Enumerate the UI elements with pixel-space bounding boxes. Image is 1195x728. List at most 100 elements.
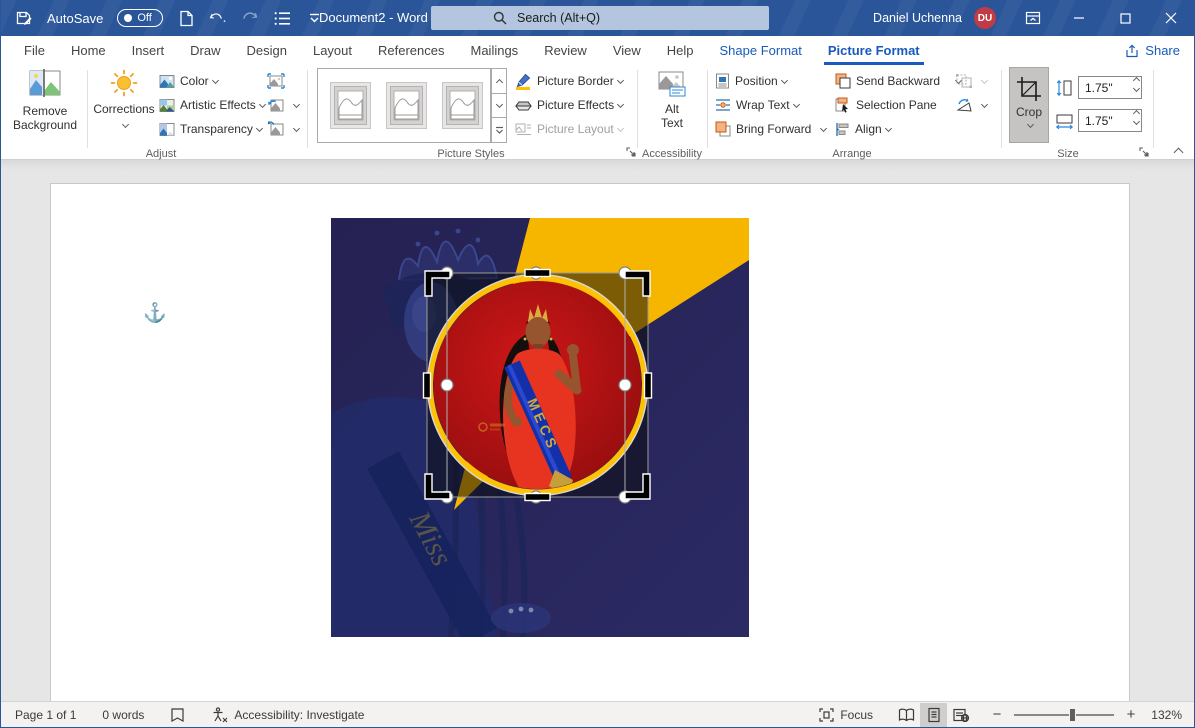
new-document-icon[interactable] (177, 9, 195, 27)
picture-effects-button[interactable]: Picture Effects (515, 93, 625, 117)
close-button[interactable] (1148, 0, 1194, 36)
width-decrease[interactable] (1132, 117, 1141, 126)
tab-help[interactable]: Help (654, 36, 707, 65)
alt-text-button[interactable]: Alt Text (643, 70, 701, 130)
corrections-label: Corrections (93, 102, 155, 116)
bring-forward-button[interactable]: Bring Forward (715, 117, 828, 141)
height-decrease[interactable] (1132, 84, 1141, 93)
accessibility-status[interactable]: Accessibility: Investigate (211, 706, 364, 723)
shape-height-icon (1056, 79, 1072, 96)
align-label: Align (855, 122, 882, 136)
crop-button[interactable]: Crop (1009, 67, 1049, 143)
tab-references[interactable]: References (365, 36, 457, 65)
align-button[interactable]: Align (835, 117, 893, 141)
user-avatar[interactable]: DU (974, 7, 996, 29)
tab-shape-format[interactable]: Shape Format (707, 36, 815, 65)
tab-design[interactable]: Design (234, 36, 300, 65)
position-icon (715, 73, 730, 89)
tab-draw[interactable]: Draw (177, 36, 233, 65)
focus-button[interactable]: Focus (819, 708, 873, 722)
share-label: Share (1145, 43, 1180, 58)
gallery-scroll-down[interactable] (491, 93, 507, 119)
wrap-text-button[interactable]: Wrap Text (715, 93, 801, 117)
transparency-icon (159, 122, 175, 137)
selection-pane-button[interactable]: Selection Pane (835, 93, 937, 117)
picture-styles-dialog-launcher[interactable] (624, 145, 638, 159)
group-separator (1001, 70, 1002, 148)
color-button[interactable]: Color (159, 69, 220, 93)
gallery-more-button[interactable] (491, 118, 507, 144)
send-backward-button[interactable]: Send Backward (835, 69, 963, 93)
document-canvas[interactable]: ⚓ Miss MECS (1, 160, 1194, 701)
maximize-button[interactable] (1102, 0, 1148, 36)
picture-style-thumbnail[interactable] (330, 82, 371, 129)
send-backward-icon (835, 73, 851, 89)
reset-picture-button[interactable] (267, 117, 301, 141)
rotate-objects-button[interactable] (955, 93, 989, 117)
bullet-list-icon[interactable] (273, 9, 291, 27)
picture-style-thumbnail[interactable] (386, 82, 427, 129)
group-separator (87, 70, 88, 148)
picture-style-thumbnail[interactable] (442, 82, 483, 129)
chevron-down-icon (884, 124, 892, 132)
bring-forward-label: Bring Forward (736, 122, 812, 136)
ribbon-display-options-icon[interactable] (1010, 0, 1056, 36)
page-indicator[interactable]: Page 1 of 1 (15, 708, 76, 722)
zoom-out-button[interactable]: − (990, 706, 1004, 723)
search-box[interactable] (431, 6, 769, 30)
height-increase[interactable] (1132, 76, 1141, 85)
autosave-toggle[interactable]: Off (117, 9, 164, 27)
picture-border-label: Picture Border (537, 74, 614, 88)
zoom-slider-handle[interactable] (1069, 707, 1076, 722)
chevron-up-icon (495, 79, 503, 87)
tab-view[interactable]: View (600, 36, 654, 65)
proofing-icon[interactable] (170, 707, 185, 723)
arrange-group-label: Arrange (832, 148, 872, 160)
group-separator (637, 70, 638, 148)
width-increase[interactable] (1132, 109, 1141, 118)
picture-styles-gallery[interactable] (317, 68, 491, 143)
position-button[interactable]: Position (715, 69, 789, 93)
tab-insert[interactable]: Insert (119, 36, 178, 65)
tab-review[interactable]: Review (531, 36, 600, 65)
minimize-button[interactable] (1056, 0, 1102, 36)
color-icon (159, 74, 175, 89)
size-dialog-launcher[interactable] (1137, 145, 1151, 159)
zoom-slider[interactable] (1014, 707, 1114, 722)
transparency-label: Transparency (180, 122, 253, 136)
search-input[interactable] (517, 11, 717, 25)
chevron-down-icon (616, 76, 624, 84)
selected-picture[interactable]: Miss MECS (331, 218, 749, 637)
compress-pictures-button[interactable] (267, 69, 290, 93)
gallery-scroll-up[interactable] (491, 68, 507, 94)
user-name[interactable]: Daniel Uchenna (873, 11, 962, 25)
web-layout-button[interactable] (947, 703, 974, 727)
undo-icon[interactable] (209, 9, 227, 27)
tab-mailings[interactable]: Mailings (458, 36, 532, 65)
chevron-down-icon (1026, 120, 1034, 129)
corrections-button[interactable]: Corrections (93, 69, 155, 129)
picture-effects-icon (515, 98, 532, 113)
picture-effects-label: Picture Effects (537, 98, 615, 112)
transparency-button[interactable]: Transparency (159, 117, 264, 141)
read-mode-button[interactable] (893, 703, 920, 727)
word-count[interactable]: 0 words (102, 708, 144, 722)
change-picture-button[interactable] (267, 93, 301, 117)
compress-pictures-icon (267, 73, 285, 89)
picture-border-button[interactable]: Picture Border (515, 69, 625, 93)
picture-styles-group-label: Picture Styles (437, 148, 505, 160)
artistic-effects-button[interactable]: Artistic Effects (159, 93, 267, 117)
remove-background-button[interactable]: Remove Background (7, 69, 83, 132)
tab-picture-format[interactable]: Picture Format (815, 36, 933, 65)
align-icon (835, 122, 850, 137)
save-icon[interactable] (15, 9, 33, 27)
tab-home[interactable]: Home (58, 36, 119, 65)
gallery-scroll (491, 68, 507, 144)
print-layout-button[interactable] (920, 702, 947, 727)
tab-file[interactable]: File (11, 36, 58, 65)
zoom-in-button[interactable]: + (1124, 706, 1138, 723)
tab-layout[interactable]: Layout (300, 36, 365, 65)
zoom-level[interactable]: 132% (1138, 708, 1182, 722)
share-button[interactable]: Share (1125, 36, 1180, 65)
collapse-ribbon-button[interactable] (1171, 145, 1184, 161)
